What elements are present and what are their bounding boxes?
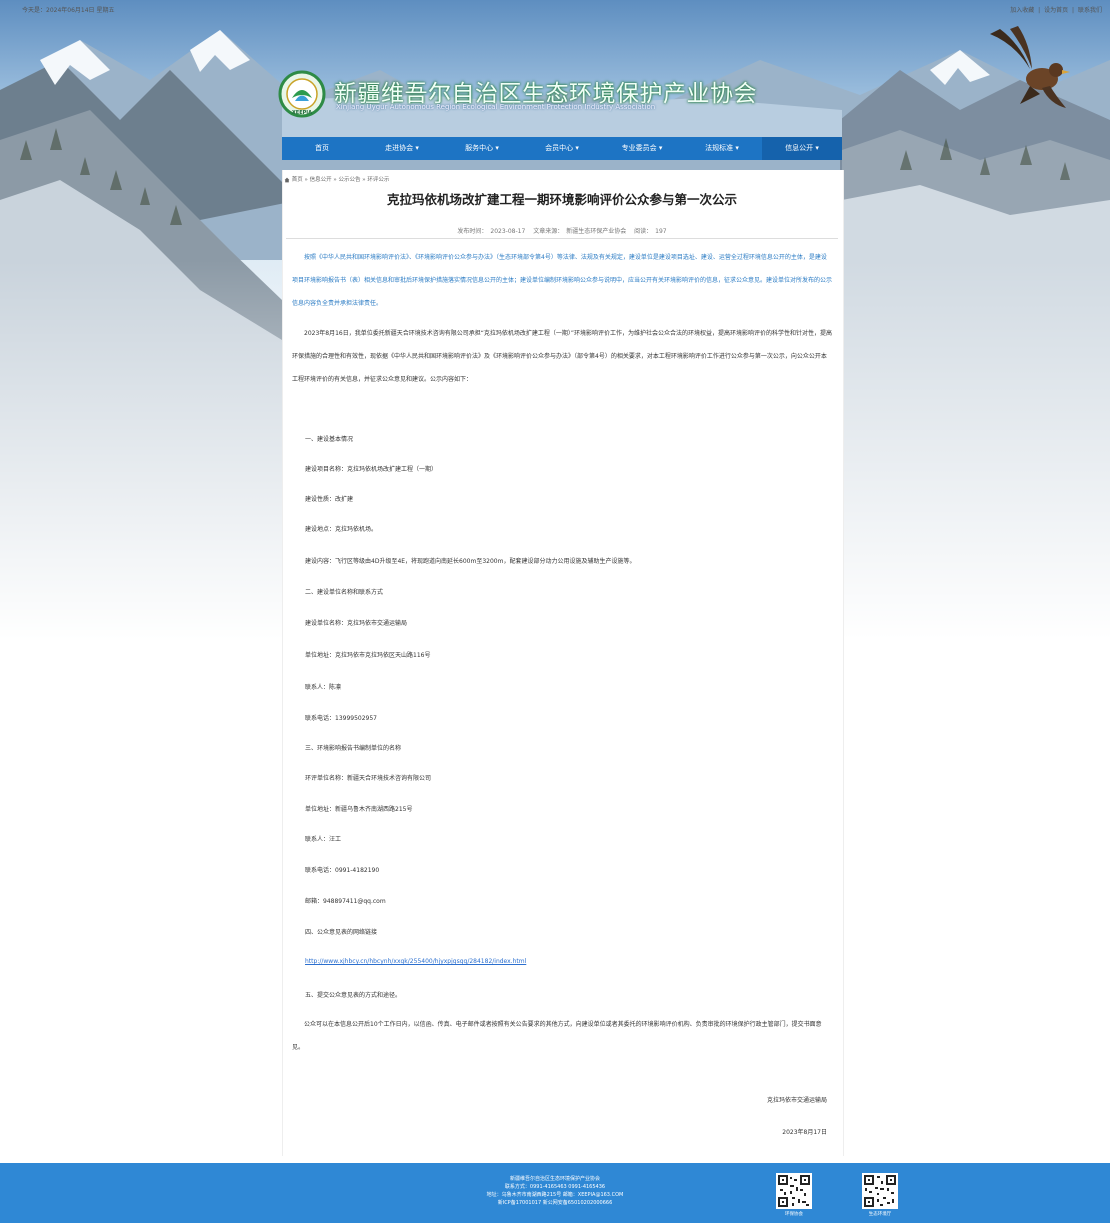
association-logo[interactable]: XEEPIA bbox=[278, 70, 326, 118]
footer-org-name: 新疆维吾尔自治区生态环境保护产业协会 bbox=[509, 1176, 600, 1182]
contact-us-link[interactable]: 联系我们 bbox=[1078, 7, 1102, 14]
source-label: 文章来源： bbox=[533, 228, 564, 235]
project-content: 建设内容：飞行区等级由4D升级至4E，将现跑道向南延长600m至3200m，配套… bbox=[305, 558, 636, 565]
article-meta: 发布时间： 2023-08-17 文章来源： 新疆生态环保产业协会 阅读： 197 bbox=[282, 226, 842, 235]
sign-date: 2023年8月17日 bbox=[782, 1129, 827, 1136]
eia-unit-address: 单位地址：新疆乌鲁木齐南湖西路215号 bbox=[305, 806, 413, 813]
qr-label-eco-department: 生态环境厅 bbox=[868, 1212, 892, 1217]
article-panel bbox=[282, 170, 844, 1156]
current-date: 今天是：2024年06月14日 星期五 bbox=[22, 7, 115, 14]
signature: 克拉玛依市交通运输局 bbox=[766, 1097, 827, 1104]
project-nature: 建设性质：改扩建 bbox=[305, 496, 354, 503]
article-title: 克拉玛依机场改扩建工程一期环境影响评价公众参与第一次公示 bbox=[386, 192, 737, 207]
publish-label: 发布时间： bbox=[457, 228, 488, 235]
logo-text: XEEPIA bbox=[292, 110, 312, 116]
eia-email: 邮箱：948897411@qq.com bbox=[305, 898, 386, 905]
footer-contact: 联系方式：0991-4165463 0991-4165436 bbox=[504, 1184, 606, 1190]
builder-name: 建设单位名称：克拉玛依市交通运输局 bbox=[305, 620, 408, 627]
publish-date: 2023-08-17 bbox=[490, 228, 526, 235]
footer-address: 地址：乌鲁木齐市南湖西路215号 邮箱：XEEPIA@163.COM bbox=[486, 1192, 624, 1198]
breadcrumb: 首页 » 信息公开 » 公示公告 » 环评公示 bbox=[284, 175, 389, 183]
footer-info: 新疆维吾尔自治区生态环境保护产业协会 联系方式：0991-4165463 099… bbox=[380, 1175, 730, 1207]
meta-divider bbox=[286, 238, 838, 239]
nav-committees[interactable]: 专业委员会 ▾ bbox=[602, 137, 682, 160]
views-label: 阅读： bbox=[634, 228, 653, 235]
top-bar: 今天是：2024年06月14日 星期五 加入收藏 | 设为首页 | 联系我们 bbox=[0, 0, 1110, 18]
section-heading-4: 四、公众意见表的网络链接 bbox=[305, 929, 378, 936]
qr-label-association: 环保协会 bbox=[785, 1212, 803, 1217]
closing-paragraph: 公众可以在本信息公开后10个工作日内，以信函、传真、电子邮件或者按照有关公告要求… bbox=[292, 1021, 822, 1051]
nav-services[interactable]: 服务中心 ▾ bbox=[442, 137, 522, 160]
nav-regulations[interactable]: 法规标准 ▾ bbox=[682, 137, 762, 160]
footer: 新疆维吾尔自治区生态环境保护产业协会 联系方式：0991-4165463 099… bbox=[0, 1163, 1110, 1223]
eagle-image bbox=[980, 24, 1080, 114]
main-nav: 首页 走进协会 ▾ 服务中心 ▾ 会员中心 ▾ 专业委员会 ▾ 法规标准 ▾ 信… bbox=[282, 137, 842, 160]
qr-code-association bbox=[776, 1173, 812, 1209]
nav-members[interactable]: 会员中心 ▾ bbox=[522, 137, 602, 160]
eia-phone: 联系电话：0991-4182190 bbox=[305, 867, 380, 874]
qr-code-eco-department bbox=[862, 1173, 898, 1209]
source: 新疆生态环保产业协会 bbox=[566, 228, 627, 235]
builder-address: 单位地址：克拉玛依市克拉玛依区天山路116号 bbox=[305, 652, 431, 659]
nav-home[interactable]: 首页 bbox=[282, 137, 362, 160]
opinion-form-link[interactable]: http://www.xjhbcy.cn/hbcynh/xxgk/255400/… bbox=[305, 958, 526, 965]
notice-paragraph: 按照《中华人民共和国环境影响评价法》、《环境影响评价公众参与办法》（生态环境部令… bbox=[292, 254, 833, 307]
eia-unit-name: 环评单位名称：新疆天合环境技术咨询有限公司 bbox=[305, 775, 432, 782]
project-location: 建设地点：克拉玛依机场。 bbox=[305, 526, 378, 533]
footer-icp: 新ICP备17001017 新公网安备65010202000666 bbox=[497, 1200, 613, 1206]
section-heading-2: 二、建设单位名称和联系方式 bbox=[305, 589, 384, 596]
project-name: 建设项目名称：克拉玛依机场改扩建工程（一期） bbox=[305, 466, 438, 473]
site-subtitle: Xinjiang Uygur Autonomous Region Ecologi… bbox=[336, 103, 656, 111]
add-favorite-link[interactable]: 加入收藏 bbox=[1010, 7, 1034, 14]
section-heading-1: 一、建设基本情况 bbox=[305, 436, 354, 443]
intro-paragraph: 2023年8月16日，我单位委托新疆天合环境技术咨询有限公司承担“克拉玛依机场改… bbox=[292, 330, 832, 383]
top-links: 加入收藏 | 设为首页 | 联系我们 bbox=[1008, 5, 1102, 14]
home-icon[interactable] bbox=[284, 177, 290, 183]
set-homepage-link[interactable]: 设为首页 bbox=[1044, 7, 1068, 14]
builder-phone: 联系电话：13999502957 bbox=[305, 715, 377, 722]
separator: | bbox=[1038, 7, 1041, 14]
nav-info-disclosure[interactable]: 信息公开 ▾ bbox=[762, 137, 842, 160]
nav-about[interactable]: 走进协会 ▾ bbox=[362, 137, 442, 160]
breadcrumb-text[interactable]: 首页 » 信息公开 » 公示公告 » 环评公示 bbox=[292, 177, 390, 183]
separator: | bbox=[1072, 7, 1075, 14]
section-heading-5: 五、提交公众意见表的方式和途径。 bbox=[305, 992, 402, 999]
eia-contact: 联系人：汪工 bbox=[305, 836, 342, 843]
views-count: 197 bbox=[655, 228, 667, 235]
builder-contact: 联系人：陈凛 bbox=[305, 684, 342, 691]
section-heading-3: 三、环境影响报告书编制单位的名称 bbox=[305, 745, 402, 752]
